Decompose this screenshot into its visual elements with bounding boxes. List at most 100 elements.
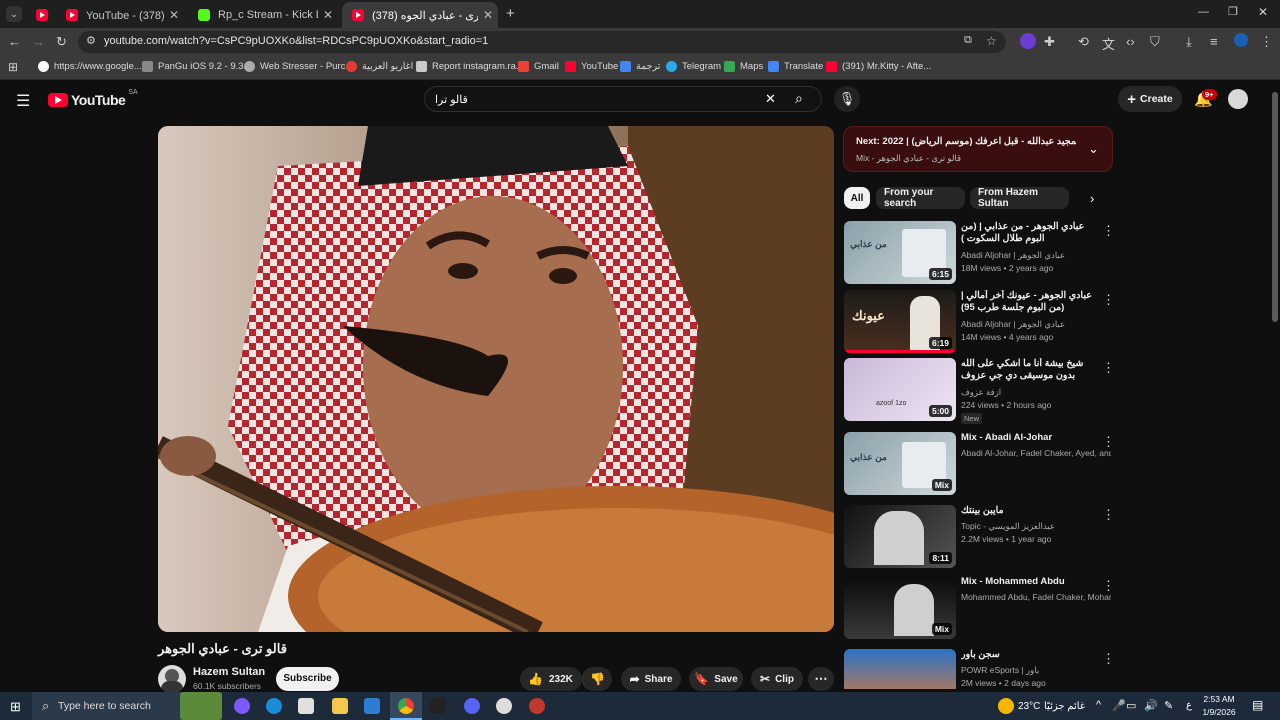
channel-name[interactable]: Hazem Sultan [193,666,265,678]
forward-icon[interactable]: → [32,34,45,49]
list-item[interactable]: عيونك 6:19 عبادي الجوهر - عيونك آخر آمال… [844,290,1115,355]
reload-icon[interactable]: ↻ [56,34,67,50]
search-icon[interactable]: ⌕ [795,90,803,107]
up-next-card[interactable]: Next: 2022 | عبدالمجيد عبدالله - قبل اعر… [843,126,1113,172]
pen-icon[interactable]: ✎ [1164,699,1173,712]
video-thumbnail[interactable]: 8:11 [844,505,956,568]
bookmark-telegram[interactable]: Telegram [666,61,721,72]
search-box[interactable]: قالو ترا ✕ ⌕ [424,86,822,112]
bookmark-webstresser[interactable]: Web Stresser - Purc... [244,61,353,72]
video-title[interactable]: Mix - Abadi Al-Johar [961,432,1101,444]
copilot-icon[interactable] [234,698,250,714]
chevron-down-icon[interactable]: ⌄ [1088,141,1099,157]
epic-games-icon[interactable] [430,698,446,714]
site-info-icon[interactable]: ⚙ [86,34,96,47]
chip-all[interactable]: All [844,187,870,209]
list-item[interactable]: azoof 1zo 5:00 شيخ بيشة أنا ما اشكي على … [844,358,1115,424]
channel-name[interactable]: ازفة عزوف [961,387,1111,398]
youtube-logo[interactable]: YouTube SA [48,89,138,108]
bookmark-star-icon[interactable]: ☆ [986,34,997,48]
hamburger-menu-icon[interactable]: ☰ [16,91,30,111]
chevron-right-icon[interactable]: › [1090,191,1094,206]
menu-dots-icon[interactable]: ⋮ [1260,34,1273,50]
windows-start-icon[interactable]: ⊞ [10,699,21,715]
back-icon[interactable]: ← [8,34,21,49]
chrome-taskbar-item[interactable] [390,692,422,720]
weather-temp[interactable]: 23°C [1018,701,1040,712]
create-button[interactable]: + Create [1118,86,1182,112]
dislike-button[interactable]: 👎 [582,667,612,691]
more-options-icon[interactable]: ⋮ [1102,292,1115,308]
extension-profile-icon[interactable] [1020,33,1036,49]
list-item[interactable]: Mix Mix - Mohammed Abdu Mohammed Abdu, F… [844,576,1115,641]
vpn-icon[interactable]: ⛉ [1150,34,1160,50]
restore-icon[interactable]: ❐ [1228,5,1238,18]
more-options-icon[interactable]: ⋮ [1102,223,1115,239]
file-explorer-icon[interactable] [332,698,348,714]
more-options-icon[interactable]: ⋮ [1102,578,1115,594]
install-app-icon[interactable]: ⧉ [964,34,972,47]
devtools-icon[interactable]: ‹› [1126,34,1135,49]
channel-avatar[interactable] [158,665,186,693]
translate-icon[interactable]: 文 [1102,34,1115,53]
chevron-up-icon[interactable]: ^ [1096,699,1101,711]
edge-icon[interactable] [266,698,282,714]
close-tab-icon[interactable]: ✕ [478,8,498,22]
video-player[interactable] [158,126,834,632]
like-button[interactable]: 👍 232K [520,667,582,691]
minimize-icon[interactable]: — [1198,6,1209,18]
clock-time[interactable]: 2:53 AM [1200,694,1238,704]
clip-button[interactable]: ✂ Clip [751,667,803,691]
bookmark-gmail[interactable]: Gmail [518,61,559,72]
channel-name[interactable]: Abadi Aljohar | عبادي الجوهر [961,319,1111,330]
video-title[interactable]: عبادي الجوهر - عيونك آخر آمالي | (من الب… [961,290,1101,314]
search-input[interactable]: قالو ترا [435,93,468,106]
download-icon[interactable]: ⤓ [1186,34,1192,50]
video-thumbnail[interactable]: عيونك 6:19 [844,290,956,353]
bookmark-google[interactable]: https://www.google... [38,61,142,72]
store-icon[interactable] [298,698,314,714]
save-button[interactable]: 🔖 Save [689,667,743,691]
account-avatar[interactable] [1228,89,1248,109]
tab-search-icon[interactable]: ⌄ [6,6,22,22]
bookmark-mrkitty[interactable]: (391) Mr.Kitty - Afte... [826,61,931,72]
more-options-icon[interactable]: ⋮ [1102,360,1115,376]
video-title[interactable]: Mix - Mohammed Abdu [961,576,1101,588]
more-actions-button[interactable]: ⋯ [808,667,834,691]
bookmark-agario[interactable]: اغاريو العربية [346,61,413,72]
media-control-icon[interactable]: ≡ [1210,34,1218,49]
discord-icon[interactable] [464,698,480,714]
video-title[interactable]: شيخ بيشة أنا ما اشكي على الله بدون موسيق… [961,358,1101,382]
chip-from-your-search[interactable]: From your search [876,187,965,209]
mix-thumbnail[interactable]: من عذابي Mix [844,432,956,495]
more-options-icon[interactable]: ⋮ [1102,434,1115,450]
bookmark-maps[interactable]: Maps [724,61,763,72]
address-bar[interactable]: ⚙ youtube.com/watch?v=CsPC9pUOXKo&list=R… [78,31,1006,53]
bookmark-pangu[interactable]: PanGu iOS 9.2 - 9.3.... [142,61,254,72]
notification-center-icon[interactable]: ▤ [1252,698,1263,712]
more-options-icon[interactable]: ⋮ [1102,651,1114,667]
channel-name[interactable]: POWR eSports | باور [961,665,1111,676]
bookmark-translate-ar[interactable]: ترجمة [620,61,660,72]
close-window-icon[interactable]: ✕ [1258,5,1268,19]
video-title[interactable]: عبادي الجوهر - من عذابي | (من البوم طلال… [961,221,1101,245]
tab-kick-dashboard[interactable]: Rp_c Stream - Kick Dashboard ✕ [188,2,338,28]
close-tab-icon[interactable]: ✕ [164,8,184,22]
profile-avatar-icon[interactable] [1234,33,1248,47]
history-icon[interactable]: ⟲ [1078,34,1089,50]
channel-name[interactable]: Topic - عبدالعزيز المويسي [961,521,1111,532]
apps-grid-icon[interactable]: ⊞ [8,60,18,74]
tab-pinned[interactable] [26,2,54,28]
list-item[interactable]: من عذابي 6:15 عبادي الجوهر - من عذابي | … [844,221,1115,286]
clear-search-icon[interactable]: ✕ [765,91,776,107]
tab-current-video[interactable]: (378) قالو ترى - عبادي الجوه... ✕ [342,2,498,28]
extensions-icon[interactable]: ✚ [1044,34,1055,50]
app-icon[interactable] [529,698,545,714]
share-button[interactable]: ➦ Share [621,667,681,691]
settings-icon[interactable] [496,698,512,714]
weather-text[interactable]: غائم جزئيًا [1044,701,1085,712]
video-thumbnail[interactable]: azoof 1zo 5:00 [844,358,956,421]
mix-thumbnail[interactable]: Mix [844,576,956,639]
network-icon[interactable]: ▭ [1126,699,1136,712]
list-item[interactable]: من عذابي Mix Mix - Abadi Al-Johar Abadi … [844,432,1115,497]
